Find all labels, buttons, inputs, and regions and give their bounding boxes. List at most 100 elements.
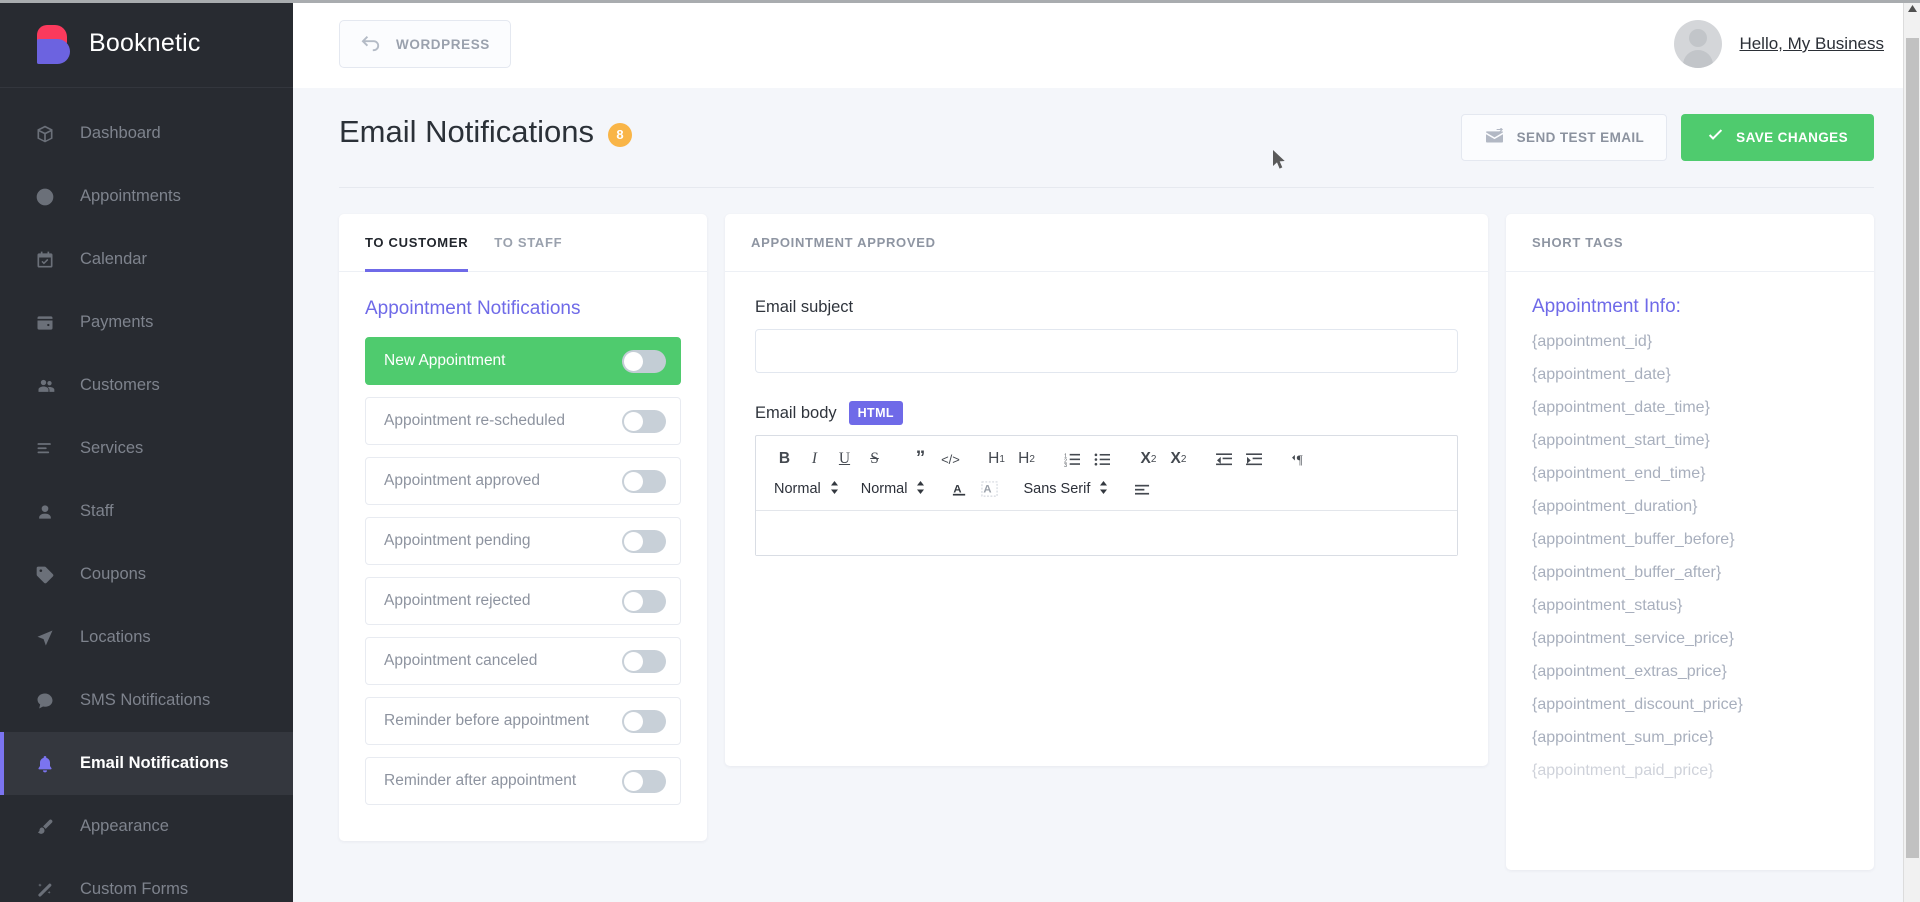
code-block-icon[interactable]: </> xyxy=(936,446,965,472)
email-body-label-row: Email body HTML xyxy=(755,401,1458,425)
font-size-select[interactable]: Normal xyxy=(770,476,843,502)
heading-1-icon[interactable]: H1 xyxy=(982,446,1011,472)
indent-icon[interactable] xyxy=(1240,446,1269,472)
short-tag[interactable]: {appointment_sum_price} xyxy=(1532,729,1848,747)
wordpress-back-button[interactable]: WORDPRESS xyxy=(339,20,511,68)
list-item-toggle[interactable] xyxy=(622,349,666,373)
sidebar-item-label: Appointments xyxy=(80,187,181,205)
list-item-toggle[interactable] xyxy=(622,709,666,733)
list-item[interactable]: Appointment approved xyxy=(365,457,681,505)
short-tag[interactable]: {appointment_buffer_after} xyxy=(1532,564,1848,582)
font-family-select[interactable]: Sans Serif xyxy=(1019,476,1112,502)
tag-icon xyxy=(35,564,61,586)
sidebar-item-appearance[interactable]: Appearance xyxy=(0,795,293,858)
sidebar-item-sms-notifications[interactable]: SMS Notifications xyxy=(0,669,293,732)
email-body-editable-area[interactable] xyxy=(756,511,1457,555)
page-scrollbar[interactable] xyxy=(1903,0,1920,902)
sidebar-item-services[interactable]: Services xyxy=(0,417,293,480)
short-tag[interactable]: {appointment_end_time} xyxy=(1532,465,1848,483)
strikethrough-icon[interactable]: S xyxy=(860,446,889,472)
list-item-toggle[interactable] xyxy=(622,409,666,433)
user-greeting-link[interactable]: Hello, My Business xyxy=(1739,34,1884,54)
avatar[interactable] xyxy=(1674,20,1723,68)
sidebar-item-coupons[interactable]: Coupons xyxy=(0,543,293,606)
send-email-icon xyxy=(1484,126,1505,148)
heading-select[interactable]: Normal xyxy=(857,476,930,502)
sidebar-item-custom-forms[interactable]: Custom Forms xyxy=(0,858,293,902)
align-left-icon[interactable] xyxy=(1128,476,1157,502)
ordered-list-icon[interactable]: 123 xyxy=(1058,446,1087,472)
top-bar: WORDPRESS Hello, My Business xyxy=(293,0,1920,88)
list-item[interactable]: Reminder after appointment xyxy=(365,757,681,805)
list-item-toggle[interactable] xyxy=(622,529,666,553)
outdent-icon[interactable] xyxy=(1210,446,1239,472)
sidebar-item-locations[interactable]: Locations xyxy=(0,606,293,669)
short-tag[interactable]: {appointment_service_price} xyxy=(1532,630,1848,648)
short-tag[interactable]: {appointment_date_time} xyxy=(1532,399,1848,417)
list-item[interactable]: New Appointment xyxy=(365,337,681,385)
text-color-icon[interactable]: A xyxy=(945,476,974,502)
svg-text:A: A xyxy=(954,483,962,495)
list-item[interactable]: Reminder before appointment xyxy=(365,697,681,745)
bullet-list-icon[interactable] xyxy=(1088,446,1117,472)
list-icon xyxy=(35,438,61,460)
italic-icon[interactable]: I xyxy=(800,446,829,472)
list-item[interactable]: Appointment pending xyxy=(365,517,681,565)
short-tag[interactable]: {appointment_id} xyxy=(1532,333,1848,351)
list-item-toggle[interactable] xyxy=(622,649,666,673)
text-highlight-icon[interactable]: A xyxy=(975,476,1004,502)
scrollbar-thumb[interactable] xyxy=(1906,38,1919,858)
short-tag[interactable]: {appointment_start_time} xyxy=(1532,432,1848,450)
heading-2-icon[interactable]: H2 xyxy=(1012,446,1041,472)
sidebar-item-staff[interactable]: Staff xyxy=(0,480,293,543)
list-item-toggle[interactable] xyxy=(622,769,666,793)
subscript-icon[interactable]: X2 xyxy=(1134,446,1163,472)
brand-logo[interactable]: Booknetic xyxy=(0,0,293,88)
email-subject-input[interactable] xyxy=(755,329,1458,373)
sidebar-item-calendar[interactable]: Calendar xyxy=(0,228,293,291)
h1-letter: H xyxy=(988,450,1000,467)
clock-icon xyxy=(35,186,61,208)
svg-text:A: A xyxy=(984,483,992,495)
tab-to-customer[interactable]: TO CUSTOMER xyxy=(365,214,469,272)
list-item-toggle[interactable] xyxy=(622,589,666,613)
short-tag[interactable]: {appointment_buffer_before} xyxy=(1532,531,1848,549)
email-editor-panel: APPOINTMENT APPROVED Email subject Email… xyxy=(725,214,1488,766)
short-tag[interactable]: {appointment_paid_price} xyxy=(1532,762,1848,780)
list-item[interactable]: Appointment rejected xyxy=(365,577,681,625)
sidebar-item-label: Customers xyxy=(80,376,160,394)
save-changes-button[interactable]: SAVE CHANGES xyxy=(1681,114,1874,161)
sidebar-item-payments[interactable]: Payments xyxy=(0,291,293,354)
list-item-label: Reminder before appointment xyxy=(384,712,590,729)
page-title-wrap: Email Notifications 8 xyxy=(339,114,632,150)
calendar-check-icon xyxy=(35,249,61,271)
short-tag[interactable]: {appointment_extras_price} xyxy=(1532,663,1848,681)
bold-icon[interactable]: B xyxy=(770,446,799,472)
short-tag[interactable]: {appointment_status} xyxy=(1532,597,1848,615)
editor-toolbar-row-2: Normal Normal A A Sans Serif xyxy=(770,476,1443,502)
text-direction-icon[interactable]: ¶ xyxy=(1286,446,1315,472)
box-icon xyxy=(35,123,61,145)
navigation-icon xyxy=(35,627,61,649)
underline-icon[interactable]: U xyxy=(830,446,859,472)
short-tag[interactable]: {appointment_discount_price} xyxy=(1532,696,1848,714)
svg-text:¶: ¶ xyxy=(1297,452,1303,467)
list-item[interactable]: Appointment re-scheduled xyxy=(365,397,681,445)
sidebar-item-dashboard[interactable]: Dashboard xyxy=(0,102,293,165)
list-item-label: Reminder after appointment xyxy=(384,772,577,789)
blockquote-icon[interactable]: ” xyxy=(906,446,935,472)
sidebar-item-label: SMS Notifications xyxy=(80,691,211,709)
heading-value: Normal xyxy=(860,481,908,497)
tab-to-staff[interactable]: TO STAFF xyxy=(494,214,562,272)
superscript-icon[interactable]: X2 xyxy=(1164,446,1193,472)
subscript-letter: X xyxy=(1140,450,1151,467)
send-test-email-button[interactable]: SEND TEST EMAIL xyxy=(1460,114,1668,161)
short-tag[interactable]: {appointment_date} xyxy=(1532,366,1848,384)
list-item-toggle[interactable] xyxy=(622,469,666,493)
html-mode-badge[interactable]: HTML xyxy=(848,401,903,425)
list-item[interactable]: Appointment canceled xyxy=(365,637,681,685)
sidebar-item-customers[interactable]: Customers xyxy=(0,354,293,417)
sidebar-item-email-notifications[interactable]: Email Notifications xyxy=(0,732,293,795)
short-tag[interactable]: {appointment_duration} xyxy=(1532,498,1848,516)
sidebar-item-appointments[interactable]: Appointments xyxy=(0,165,293,228)
